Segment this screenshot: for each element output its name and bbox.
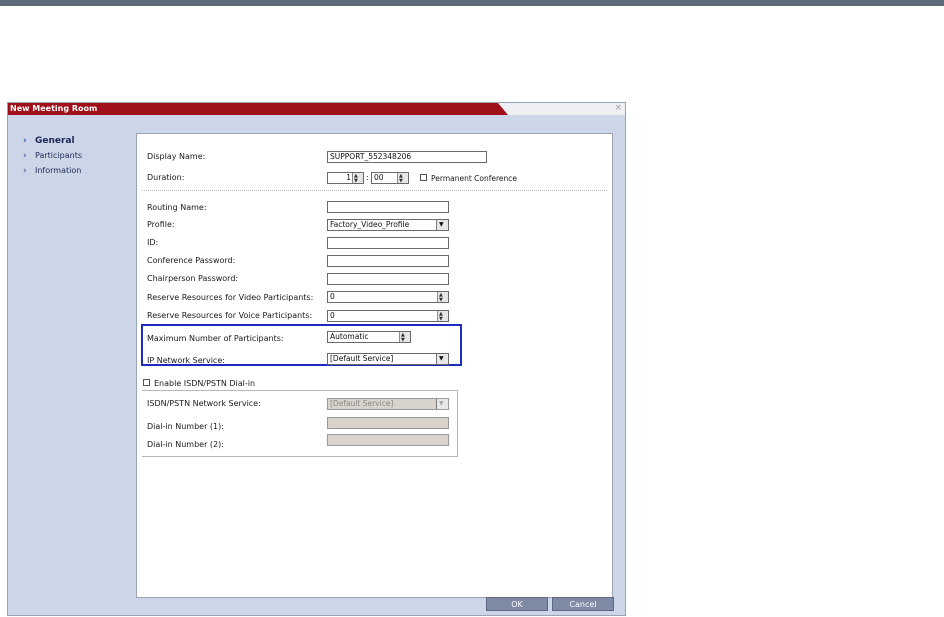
spin-arrows-icon[interactable] <box>399 332 410 342</box>
dialog-title: New Meeting Room <box>10 104 98 113</box>
reserve-video-label: Reserve Resources for Video Participants… <box>147 293 314 302</box>
max-participants-label: Maximum Number of Participants: <box>147 334 284 343</box>
arrow-right-icon: › <box>23 151 27 161</box>
duration-minutes-stepper[interactable]: 00 <box>371 172 409 184</box>
new-meeting-room-dialog: New Meeting Room × › General › Participa… <box>7 102 626 616</box>
duration-hours-value: 1 <box>346 173 351 182</box>
reserve-voice-stepper[interactable]: 0 <box>327 310 449 322</box>
conference-password-input[interactable] <box>327 255 449 267</box>
display-name-input[interactable]: SUPPORT_552348206 <box>327 151 487 163</box>
titlebar-tail <box>498 103 625 115</box>
dialin-number-2-label: Dial-in Number (2): <box>147 440 224 449</box>
reserve-voice-label: Reserve Resources for Voice Participants… <box>147 311 313 320</box>
display-name-label: Display Name: <box>147 152 206 161</box>
chairperson-password-input[interactable] <box>327 273 449 285</box>
duration-minutes-value: 00 <box>374 173 384 182</box>
spin-arrows-icon[interactable] <box>352 173 363 183</box>
chevron-down-icon[interactable] <box>436 220 448 230</box>
general-panel: Display Name: SUPPORT_552348206 Duration… <box>136 133 613 598</box>
chevron-down-icon[interactable] <box>436 399 448 409</box>
chairperson-password-label: Chairperson Password: <box>147 274 239 283</box>
section-divider <box>142 190 607 191</box>
cancel-button[interactable]: Cancel <box>552 597 614 611</box>
top-bar <box>0 0 944 6</box>
duration-hours-stepper[interactable]: 1 <box>327 172 364 184</box>
profile-label: Profile: <box>147 220 175 229</box>
dialin-number-1-label: Dial-in Number (1): <box>147 422 224 431</box>
isdn-network-service-select[interactable]: [Default Service] <box>327 398 449 410</box>
profile-value: Factory_Video_Profile <box>330 220 410 229</box>
spin-arrows-icon[interactable] <box>397 173 408 183</box>
duration-label: Duration: <box>147 173 185 182</box>
enable-isdn-label: Enable ISDN/PSTN Dial-in <box>154 379 256 388</box>
duration-separator: : <box>366 173 369 182</box>
ok-button[interactable]: OK <box>486 597 548 611</box>
reserve-video-stepper[interactable]: 0 <box>327 291 449 303</box>
ip-network-service-select[interactable]: [Default Service] <box>327 353 449 365</box>
conference-password-label: Conference Password: <box>147 256 236 265</box>
max-participants-stepper[interactable]: Automatic <box>327 331 411 343</box>
arrow-right-icon: › <box>23 136 27 146</box>
isdn-network-service-label: ISDN/PSTN Network Service: <box>147 399 261 408</box>
dialog-nav: › General › Participants › Information <box>23 135 82 180</box>
reserve-video-value: 0 <box>330 292 335 301</box>
dialin-number-1-input[interactable] <box>327 417 449 429</box>
routing-name-input[interactable] <box>327 201 449 213</box>
profile-select[interactable]: Factory_Video_Profile <box>327 219 449 231</box>
ip-network-service-value: [Default Service] <box>330 354 394 363</box>
enable-isdn-checkbox[interactable] <box>143 379 150 386</box>
reserve-voice-value: 0 <box>330 311 335 320</box>
nav-item-label: General <box>35 136 75 146</box>
nav-item-information[interactable]: › Information <box>23 165 82 180</box>
arrow-right-icon: › <box>23 166 27 176</box>
permanent-conference-checkbox[interactable] <box>420 174 427 181</box>
spin-arrows-icon[interactable] <box>437 311 448 321</box>
id-input[interactable] <box>327 237 449 249</box>
nav-item-label: Participants <box>35 151 82 160</box>
close-icon[interactable]: × <box>614 103 622 113</box>
dialog-titlebar[interactable]: New Meeting Room × <box>8 103 625 115</box>
isdn-network-service-value: [Default Service] <box>330 399 394 408</box>
permanent-conference-label: Permanent Conference <box>431 174 518 183</box>
routing-name-label: Routing Name: <box>147 203 207 212</box>
ip-network-service-label: IP Network Service: <box>147 356 225 365</box>
chevron-down-icon[interactable] <box>436 354 448 364</box>
nav-item-participants[interactable]: › Participants <box>23 150 82 165</box>
nav-item-label: Information <box>35 166 82 175</box>
id-label: ID: <box>147 238 159 247</box>
max-participants-value: Automatic <box>330 332 369 341</box>
dialin-number-2-input[interactable] <box>327 434 449 446</box>
nav-item-general[interactable]: › General <box>23 135 82 150</box>
spin-arrows-icon[interactable] <box>437 292 448 302</box>
